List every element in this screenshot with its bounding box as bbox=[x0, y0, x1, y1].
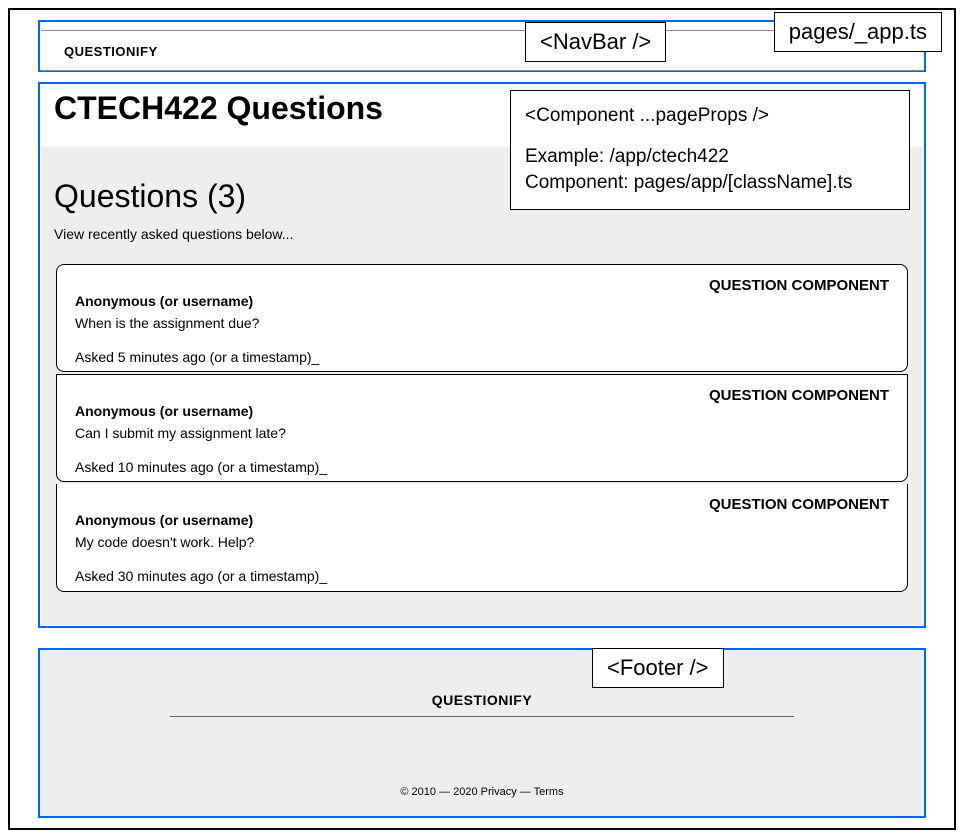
question-card: QUESTION COMPONENT Anonymous (or usernam… bbox=[56, 264, 908, 372]
question-component-label: QUESTION COMPONENT bbox=[709, 387, 889, 404]
footer-tag: <Footer /> bbox=[592, 648, 724, 688]
component-line-3: Component: pages/app/[className].ts bbox=[525, 170, 895, 197]
question-component-label: QUESTION COMPONENT bbox=[709, 496, 889, 513]
footer-region: <Footer /> QUESTIONIFY © 2010 — 2020 Pri… bbox=[38, 648, 926, 818]
question-card: QUESTION COMPONENT Anonymous (or usernam… bbox=[56, 374, 908, 482]
footer-legal: © 2010 — 2020 Privacy — Terms bbox=[40, 786, 924, 798]
component-line-2: Example: /app/ctech422 bbox=[525, 144, 895, 171]
question-author: Anonymous (or username) bbox=[75, 512, 889, 528]
question-author: Anonymous (or username) bbox=[75, 293, 889, 309]
question-component-label: QUESTION COMPONENT bbox=[709, 277, 889, 294]
component-annotation-box: <Component ...pageProps /> Example: /app… bbox=[510, 90, 910, 210]
question-author: Anonymous (or username) bbox=[75, 403, 889, 419]
section-title: Questions (3) bbox=[54, 178, 246, 215]
navbar-brand: QUESTIONIFY bbox=[64, 44, 158, 59]
navbar-tag: <NavBar /> bbox=[525, 22, 666, 62]
question-card: QUESTION COMPONENT Anonymous (or usernam… bbox=[56, 484, 908, 592]
component-line-1: <Component ...pageProps /> bbox=[525, 103, 895, 130]
navbar-divider-bot bbox=[41, 70, 923, 71]
footer-brand: QUESTIONIFY bbox=[40, 692, 924, 708]
footer-divider bbox=[170, 716, 794, 717]
question-time: Asked 30 minutes ago (or a timestamp)_ bbox=[75, 568, 889, 584]
question-time: Asked 10 minutes ago (or a timestamp)_ bbox=[75, 459, 889, 475]
app-file-label: pages/_app.ts bbox=[774, 12, 942, 52]
question-text: My code doesn't work. Help? bbox=[75, 534, 889, 550]
page-title: CTECH422 Questions bbox=[54, 90, 383, 127]
section-subtitle: View recently asked questions below... bbox=[54, 226, 293, 242]
question-time: Asked 5 minutes ago (or a timestamp)_ bbox=[75, 349, 889, 365]
question-text: When is the assignment due? bbox=[75, 315, 889, 331]
question-text: Can I submit my assignment late? bbox=[75, 425, 889, 441]
